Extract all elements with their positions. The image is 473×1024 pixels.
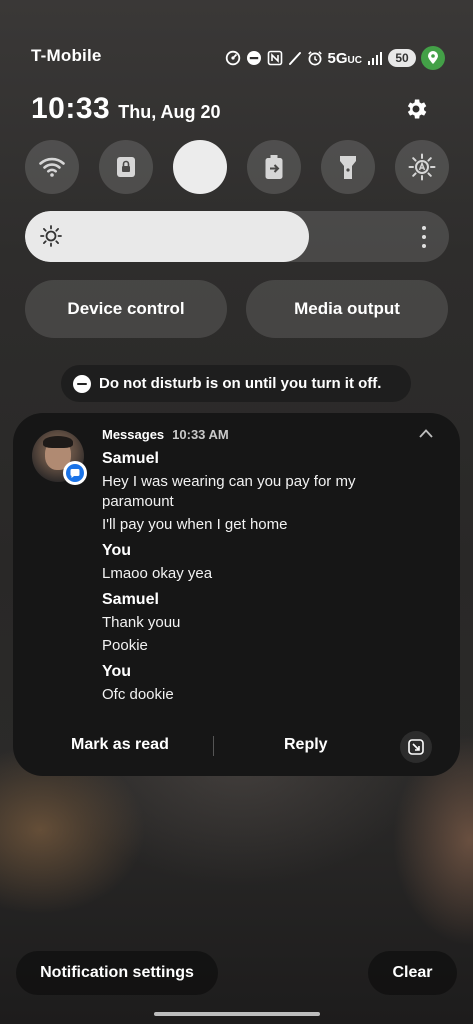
message-sender: Samuel (102, 450, 159, 467)
message-sender: You (102, 663, 132, 680)
alarm-icon (307, 50, 323, 66)
auto-brightness-icon (408, 153, 436, 181)
dnd-icon (73, 374, 91, 393)
clock[interactable]: 10:33 (31, 92, 110, 126)
message-sender: You (102, 542, 132, 559)
notification-shade: T-Mobile 5G UC 50 10:33 Thu, Aug 20 Devi… (0, 0, 473, 1024)
action-divider (213, 736, 214, 756)
home-indicator[interactable] (154, 1012, 320, 1016)
chevron-up-icon[interactable] (418, 427, 434, 439)
notification-time: 10:33 AM (172, 427, 229, 442)
flashlight-toggle[interactable] (321, 140, 375, 194)
app-name: Messages (102, 427, 165, 442)
message-text: Thank youu (102, 614, 181, 631)
notification-header: Messages 10:33 AM (102, 427, 229, 442)
dnd-icon (246, 50, 262, 66)
avatar-hair (43, 436, 73, 448)
nfc-icon (267, 50, 283, 66)
message-sender: Samuel (102, 591, 159, 608)
message-text: Hey I was wearing can you pay for my par… (102, 473, 356, 510)
more-options-icon[interactable] (421, 225, 427, 249)
popup-expand-icon (408, 739, 424, 755)
reply-button[interactable]: Reply (284, 736, 328, 754)
wifi-icon (39, 157, 65, 177)
brightness-slider[interactable] (25, 211, 449, 262)
sun-icon (40, 225, 62, 247)
carrier-label: T-Mobile (31, 46, 102, 65)
lock-icon (117, 157, 135, 177)
flashlight-icon (340, 156, 356, 179)
message-thread: Samuel Hey I was wearing can you pay for… (102, 449, 422, 705)
dnd-text: Do not disturb is on until you turn it o… (99, 375, 382, 392)
moon-icon (190, 157, 208, 176)
status-bar: T-Mobile 5G UC 50 (0, 40, 473, 76)
chat-bubble-icon (66, 464, 84, 482)
message-text: Ofc dookie (102, 686, 174, 703)
dnd-toggle[interactable] (173, 140, 227, 194)
wifi-toggle[interactable] (25, 140, 79, 194)
location-icon (421, 46, 445, 70)
status-icons: 5G UC 50 (225, 44, 445, 72)
battery-share-icon (265, 155, 283, 179)
gear-icon (407, 99, 427, 119)
auto-brightness-toggle[interactable] (395, 140, 449, 194)
lock-toggle[interactable] (99, 140, 153, 194)
message-text: Lmaoo okay yea (102, 565, 213, 582)
message-text: Pookie (102, 637, 148, 654)
date[interactable]: Thu, Aug 20 (118, 102, 220, 123)
battery-icon: 50 (388, 49, 416, 67)
clock-row: 10:33 Thu, Aug 20 (31, 92, 221, 132)
power-share-toggle[interactable] (247, 140, 301, 194)
avatar (32, 430, 87, 485)
notification-settings-button[interactable]: Notification settings (16, 951, 218, 995)
messages-app-badge (63, 461, 87, 485)
data-saver-icon (225, 50, 241, 66)
stylus-icon (288, 50, 302, 66)
settings-gear-button[interactable] (403, 96, 429, 122)
network-label: 5G UC (327, 49, 362, 67)
message-notification[interactable]: Messages 10:33 AM Samuel Hey I was wearin… (13, 413, 460, 776)
mark-as-read-button[interactable]: Mark as read (71, 736, 169, 754)
message-text: I'll pay you when I get home (102, 516, 288, 533)
media-output-button[interactable]: Media output (246, 280, 448, 338)
dnd-banner[interactable]: Do not disturb is on until you turn it o… (61, 365, 411, 402)
notification-actions: Mark as read Reply (13, 731, 460, 763)
device-control-button[interactable]: Device control (25, 280, 227, 338)
brightness-level[interactable] (25, 211, 310, 262)
open-popup-button[interactable] (400, 731, 432, 763)
clear-button[interactable]: Clear (368, 951, 457, 995)
quick-toggles (25, 140, 449, 194)
signal-icon (367, 51, 383, 65)
